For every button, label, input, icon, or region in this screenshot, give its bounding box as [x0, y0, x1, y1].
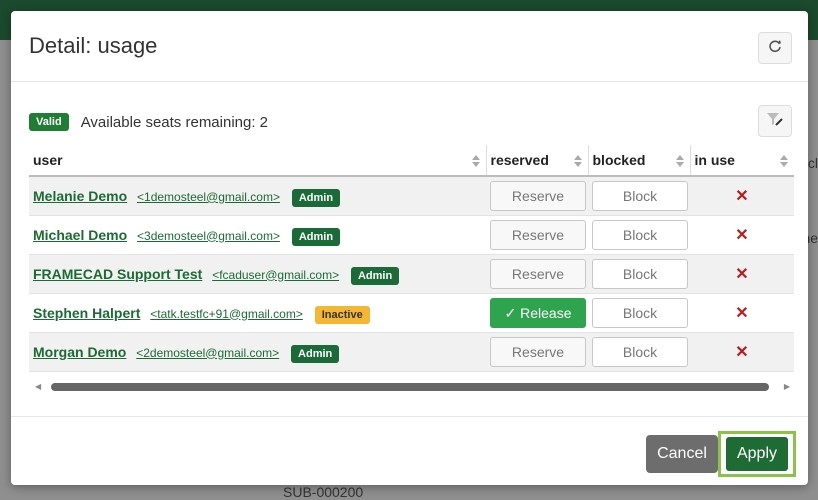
blocked-cell: Block — [588, 215, 690, 255]
block-button[interactable]: Block — [592, 258, 688, 289]
reserve-button[interactable]: Reserve — [490, 258, 586, 289]
reserve-button[interactable]: Reserve — [490, 180, 586, 211]
user-name-link[interactable]: Stephen Halpert — [33, 305, 140, 321]
role-badge: Admin — [291, 344, 340, 363]
not-in-use-icon: ✕ — [735, 265, 749, 283]
sort-icon[interactable] — [675, 154, 684, 170]
clear-filter-button[interactable] — [758, 105, 792, 137]
column-header-blocked[interactable]: blocked — [587, 145, 690, 177]
apply-button[interactable]: Apply — [726, 437, 788, 471]
user-name-link[interactable]: Melanie Demo — [33, 188, 127, 204]
column-label: in use — [694, 152, 735, 168]
not-in-use-icon: ✕ — [735, 187, 749, 205]
dialog-title: Detail: usage — [29, 33, 158, 58]
scrollbar-thumb[interactable] — [51, 383, 769, 391]
refresh-button[interactable] — [758, 32, 792, 64]
seats-info: Valid Available seats remaining: 2 — [29, 111, 268, 133]
filter-edit-icon — [766, 111, 784, 132]
release-button[interactable]: ✓ Release — [490, 297, 586, 328]
sort-icon[interactable] — [780, 154, 788, 170]
table-row: Stephen Halpert <tatk.testfc+91@gmail.co… — [29, 293, 794, 333]
reserved-cell: Reserve — [486, 332, 588, 372]
user-email-link[interactable]: <3demosteel@gmail.com> — [137, 229, 280, 243]
available-seats-text: Available seats remaining: 2 — [80, 113, 269, 131]
usage-detail-dialog: Detail: usage Valid Available seats rema… — [11, 11, 808, 485]
not-in-use-icon: ✕ — [735, 226, 749, 244]
cancel-button[interactable]: Cancel — [646, 435, 718, 473]
blocked-cell: Block — [588, 254, 690, 294]
user-email-link[interactable]: <1demosteel@gmail.com> — [137, 190, 280, 204]
dialog-header: Detail: usage — [11, 11, 808, 82]
user-cell: Stephen Halpert <tatk.testfc+91@gmail.co… — [29, 293, 486, 333]
table-row: Morgan Demo <2demosteel@gmail.com> Admin… — [29, 332, 794, 372]
backdrop-text-fragment: cl — [807, 155, 818, 171]
refresh-icon — [767, 38, 783, 59]
blocked-cell: Block — [588, 332, 690, 372]
column-label: user — [33, 152, 63, 168]
scroll-left-arrow-icon[interactable]: ◀ — [35, 382, 41, 391]
column-label: blocked — [592, 152, 646, 168]
table-row: Michael Demo <3demosteel@gmail.com> Admi… — [29, 215, 794, 255]
role-badge: Admin — [291, 227, 341, 246]
dialog-footer: Cancel Apply — [11, 416, 808, 486]
apply-highlight: Apply — [718, 431, 796, 477]
inactive-badge: Inactive — [314, 305, 370, 324]
in-use-cell: ✕ — [690, 254, 794, 294]
valid-badge: Valid — [29, 113, 69, 131]
horizontal-scrollbar[interactable]: ◀ ▶ — [29, 380, 794, 394]
reserved-cell: Reserve — [486, 254, 588, 294]
table-row: FRAMECAD Support Test <fcaduser@gmail.co… — [29, 254, 794, 294]
user-cell: Morgan Demo <2demosteel@gmail.com> Admin — [29, 332, 486, 372]
not-in-use-icon: ✕ — [735, 304, 749, 322]
reserve-button[interactable]: Reserve — [490, 219, 586, 250]
reserve-button[interactable]: Reserve — [490, 336, 586, 367]
user-name-link[interactable]: Michael Demo — [33, 227, 127, 243]
in-use-cell: ✕ — [690, 215, 794, 255]
user-email-link[interactable]: <tatk.testfc+91@gmail.com> — [150, 307, 303, 321]
in-use-cell: ✕ — [690, 293, 794, 333]
user-cell: Melanie Demo <1demosteel@gmail.com> Admi… — [29, 176, 486, 216]
usage-table: user reserved blocked in use Melanie Dem… — [29, 145, 794, 372]
table-header-row: user reserved blocked in use — [29, 145, 794, 177]
user-name-link[interactable]: Morgan Demo — [33, 344, 126, 360]
user-name-link[interactable]: FRAMECAD Support Test — [33, 266, 202, 282]
block-button[interactable]: Block — [592, 336, 688, 367]
user-cell: FRAMECAD Support Test <fcaduser@gmail.co… — [29, 254, 486, 294]
column-label: reserved — [490, 152, 549, 168]
sort-icon[interactable] — [573, 154, 582, 170]
user-email-link[interactable]: <fcaduser@gmail.com> — [212, 268, 339, 282]
column-header-reserved[interactable]: reserved — [485, 145, 588, 177]
column-header-in-use[interactable]: in use — [689, 145, 794, 177]
sort-icon[interactable] — [471, 154, 480, 170]
block-button[interactable]: Block — [592, 297, 688, 328]
user-email-link[interactable]: <2demosteel@gmail.com> — [136, 346, 279, 360]
in-use-cell: ✕ — [690, 332, 794, 372]
reserved-cell: Reserve — [486, 176, 588, 216]
role-badge: Admin — [291, 188, 341, 207]
table-row: Melanie Demo <1demosteel@gmail.com> Admi… — [29, 176, 794, 216]
block-button[interactable]: Block — [592, 219, 688, 250]
backdrop-subscription-id: SUB-000200 — [283, 484, 364, 500]
block-button[interactable]: Block — [592, 180, 688, 211]
user-cell: Michael Demo <3demosteel@gmail.com> Admi… — [29, 215, 486, 255]
in-use-cell: ✕ — [690, 176, 794, 216]
reserved-cell: ✓ Release — [486, 293, 588, 333]
blocked-cell: Block — [588, 293, 690, 333]
scroll-right-arrow-icon[interactable]: ▶ — [784, 382, 790, 391]
column-header-user[interactable]: user — [29, 145, 486, 177]
reserved-cell: Reserve — [486, 215, 588, 255]
role-badge: Admin — [350, 266, 400, 285]
blocked-cell: Block — [588, 176, 690, 216]
not-in-use-icon: ✕ — [735, 343, 749, 361]
